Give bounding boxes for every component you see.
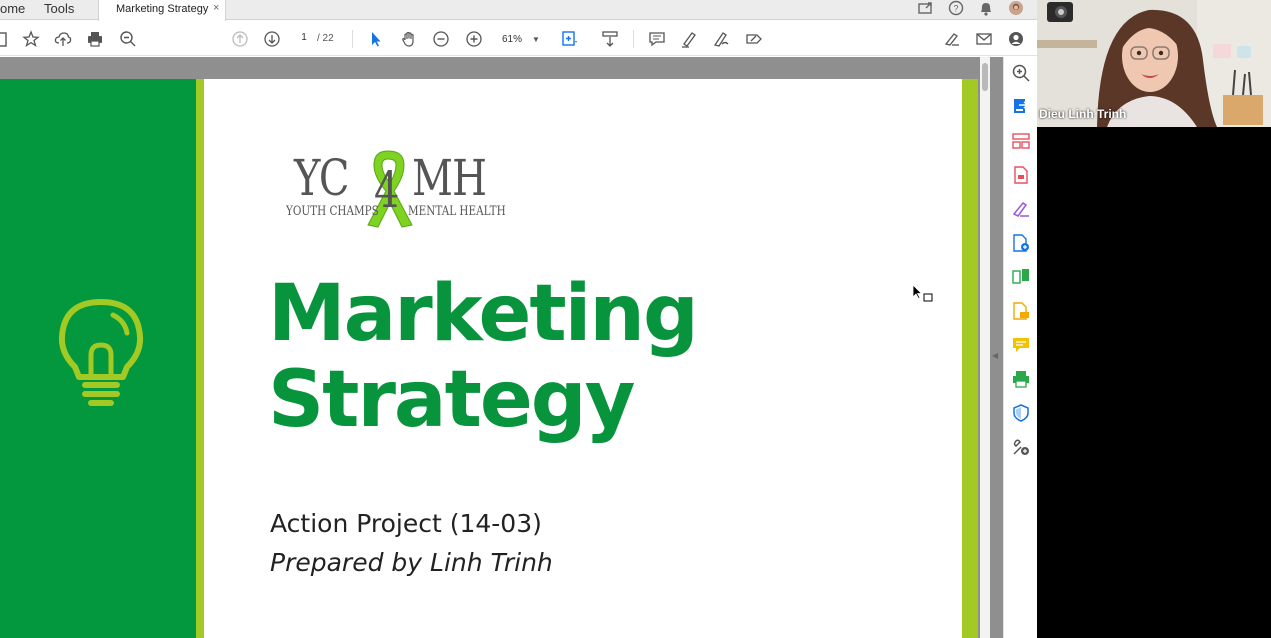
star-icon[interactable]	[21, 29, 41, 49]
logo-text-mh: MH	[412, 149, 487, 207]
email-icon[interactable]	[974, 29, 994, 49]
export-pdf-icon[interactable]	[1010, 96, 1032, 118]
logo-tagline-right: MENTAL HEALTH	[408, 204, 506, 219]
upload-icon[interactable]	[53, 29, 73, 49]
tab-home[interactable]: ome	[0, 1, 25, 16]
share-screen-icon[interactable]	[917, 0, 935, 18]
edit-pdf-icon[interactable]	[1010, 232, 1032, 254]
yc4mh-logo: YC 4 MH YOUTH CHAMPS MENTAL HEALTH	[284, 147, 506, 229]
page-fit-icon[interactable]	[560, 29, 580, 49]
comment-tool-icon[interactable]	[1010, 334, 1032, 356]
subtitle: Action Project (14-03)	[270, 509, 542, 538]
lightbulb-icon	[58, 299, 144, 406]
acrobat-window: ome Tools Marketing Strategy × ? 1 / 22 …	[0, 0, 1037, 638]
tab-tools[interactable]: Tools	[44, 1, 74, 16]
zoom-icon[interactable]	[1010, 62, 1032, 84]
svg-text:?: ?	[953, 4, 958, 14]
participant-name: Dieu Linh Trinh	[1039, 107, 1127, 121]
combine-files-icon[interactable]	[1010, 266, 1032, 288]
notification-bell-icon[interactable]	[977, 0, 995, 18]
right-tools-panel	[1003, 57, 1037, 638]
prepared-by: Prepared by Linh Trinh	[270, 548, 553, 577]
tab-document[interactable]: Marketing Strategy ×	[98, 0, 226, 21]
title-line-2: Strategy	[268, 355, 635, 445]
lime-accent-stripe	[962, 79, 978, 638]
chevron-down-icon: ▼	[532, 34, 540, 44]
edit-sign-icon[interactable]	[744, 29, 764, 49]
export-icon[interactable]	[1010, 300, 1032, 322]
organize-pages-icon[interactable]	[1010, 130, 1032, 152]
main-toolbar: 1 / 22 61% ▼	[0, 21, 1037, 56]
collapse-panel-icon[interactable]: ◀	[992, 351, 998, 360]
zoom-value: 61%	[502, 33, 523, 45]
vertical-scrollbar[interactable]	[980, 57, 990, 638]
user-avatar[interactable]	[1007, 0, 1025, 18]
pdf-page: YC 4 MH YOUTH CHAMPS MENTAL HEALTH Marke…	[0, 79, 978, 638]
hand-icon[interactable]	[399, 29, 419, 49]
fill-sign-icon[interactable]	[1010, 198, 1032, 220]
lime-accent-stripe	[196, 79, 204, 638]
close-tab-icon[interactable]: ×	[213, 2, 219, 14]
print-icon[interactable]	[85, 29, 105, 49]
comment-icon[interactable]	[647, 29, 667, 49]
more-tools-icon[interactable]	[1010, 436, 1032, 458]
zoom-out-icon[interactable]	[118, 29, 138, 49]
title-line-1: Marketing	[268, 269, 699, 359]
tab-bar: ome Tools Marketing Strategy × ?	[0, 0, 1037, 21]
document-viewer[interactable]: YC 4 MH YOUTH CHAMPS MENTAL HEALTH Marke…	[0, 57, 1003, 638]
highlight-icon[interactable]	[679, 29, 699, 49]
create-pdf-icon[interactable]	[1010, 164, 1032, 186]
scan-icon[interactable]	[1010, 368, 1032, 390]
toolbar-divider	[352, 30, 353, 48]
zoom-select[interactable]: 61% ▼	[496, 29, 544, 49]
account-icon[interactable]	[1006, 29, 1026, 49]
viewer-background	[0, 57, 980, 79]
green-side-band	[0, 79, 196, 638]
logo-text-yc: YC	[294, 149, 350, 207]
page-down-icon[interactable]	[262, 29, 282, 49]
help-icon[interactable]: ?	[947, 0, 965, 18]
draw-icon[interactable]	[711, 29, 731, 49]
scroll-mode-icon[interactable]	[600, 29, 620, 49]
page-number-input[interactable]: 1	[294, 32, 314, 46]
page-up-icon[interactable]	[230, 29, 250, 49]
bookmark-icon[interactable]	[0, 29, 12, 49]
minus-circle-icon[interactable]	[431, 29, 451, 49]
protect-icon[interactable]	[1010, 402, 1032, 424]
scrollbar-thumb[interactable]	[982, 63, 988, 91]
plus-circle-icon[interactable]	[464, 29, 484, 49]
empty-video-area	[1037, 127, 1271, 638]
document-tab-title: Marketing Strategy	[116, 3, 209, 15]
toolbar-divider	[633, 30, 634, 48]
sign-icon[interactable]	[942, 29, 962, 49]
mouse-cursor-icon	[912, 284, 933, 302]
page-total: / 22	[317, 33, 334, 44]
select-pointer-icon[interactable]	[366, 29, 386, 49]
logo-tagline-left: YOUTH CHAMPS	[286, 204, 379, 219]
